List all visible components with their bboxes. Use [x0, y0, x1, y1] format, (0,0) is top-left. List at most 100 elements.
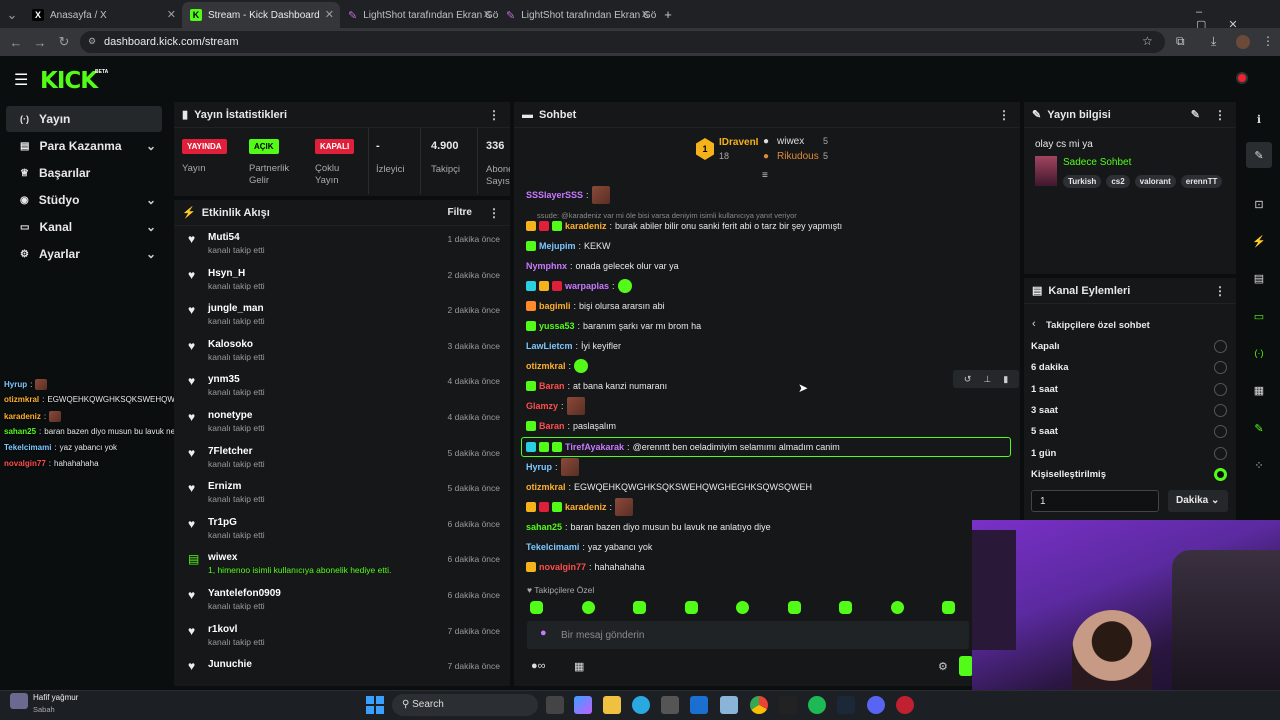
sidebar-item-ayarlar[interactable]: ⚙ Ayarlar ⌄	[6, 241, 162, 267]
event-row[interactable]: ♥ Ernizm kanalı takip etti 5 dakika önce	[174, 475, 510, 511]
collapse-icon[interactable]: ≡	[762, 170, 768, 181]
spotify-icon[interactable]	[808, 696, 826, 714]
more-options-icon[interactable]: ⋮	[488, 206, 500, 220]
chat-username[interactable]: Mejupim	[539, 241, 576, 251]
chat-username[interactable]: otizmkral	[526, 361, 566, 371]
sidebar-item-para-kazanma[interactable]: ▤ Para Kazanma ⌄	[6, 133, 162, 159]
radio-selected[interactable]	[1214, 467, 1227, 481]
document-icon[interactable]: ▤	[1246, 265, 1272, 291]
chat-username[interactable]: Nymphnx	[526, 261, 567, 271]
task-view-icon[interactable]	[546, 696, 564, 714]
chat-message[interactable]: Hyrup:	[526, 458, 579, 476]
windows-start-icon[interactable]	[366, 696, 384, 714]
event-row[interactable]: ♥ r1kovl kanalı takip etti 7 dakika önce	[174, 618, 510, 654]
chat-username[interactable]: SSSlayerSSS	[526, 190, 583, 200]
menu-icon[interactable]: ⋮	[1262, 34, 1274, 48]
bookmark-star-icon[interactable]: ☆	[1142, 34, 1153, 48]
emote-icon[interactable]	[839, 601, 852, 614]
emote-icon[interactable]	[736, 601, 749, 614]
duration-option-label[interactable]: 3 saat	[1031, 405, 1058, 416]
close-tab-icon[interactable]: ✕	[641, 8, 650, 21]
event-row[interactable]: ♥ 7Fletcher kanalı takip etti 5 dakika önce	[174, 440, 510, 476]
chat-message[interactable]: Tekelcimami: yaz yabancı yok	[526, 539, 652, 555]
kick-logo[interactable]: KICK	[40, 68, 98, 94]
event-row[interactable]: ♥ Kalosoko kanalı takip etti 3 dakika önce	[174, 333, 510, 369]
stream-tag[interactable]: erennTT	[1180, 175, 1223, 188]
chat-settings-icon[interactable]: ⚙	[938, 660, 948, 673]
back-chevron-icon[interactable]: ‹	[1032, 318, 1036, 330]
chat-message[interactable]: bagimli: bişi olursa ararsın abi	[526, 298, 665, 314]
delete-icon[interactable]: ▮	[1003, 374, 1008, 385]
event-row[interactable]: ♥ Muti54 kanalı takip etti 1 dakika önce	[174, 226, 510, 262]
chat-username[interactable]: karadeniz	[565, 502, 607, 512]
message-actions[interactable]: ↺ ⊥ ▮	[953, 370, 1019, 388]
discord-icon[interactable]	[867, 696, 885, 714]
chat-username[interactable]: LawLietcm	[526, 341, 573, 351]
edit-pencil-icon[interactable]: ✎	[1246, 142, 1272, 168]
emote-icon[interactable]	[530, 601, 543, 614]
chat-message[interactable]: Nymphnx: onada gelecek olur var ya	[526, 258, 679, 274]
more-options-icon[interactable]: ⋮	[1214, 108, 1226, 122]
forward-icon[interactable]: →	[28, 35, 52, 50]
extensions-icon[interactable]: ⧉	[1176, 34, 1185, 49]
chat-username[interactable]: Glamzy	[526, 401, 558, 411]
file-explorer-icon[interactable]	[603, 696, 621, 714]
event-row[interactable]: ♥ Yantelefon0909 kanalı takip etti 6 dakika…	[174, 582, 510, 618]
event-row[interactable]: ♥ nonetype kanalı takip etti 4 dakika önce	[174, 404, 510, 440]
new-tab-button[interactable]: +	[656, 2, 680, 28]
emote-icon[interactable]	[633, 601, 646, 614]
more-options-icon[interactable]: ⋮	[1214, 284, 1226, 298]
radio-button[interactable]	[1214, 403, 1227, 417]
edge-icon[interactable]	[632, 696, 650, 714]
event-row[interactable]: ♥ ynm35 kanalı takip etti 4 dakika önce	[174, 368, 510, 404]
tab-list-button[interactable]: ⌄	[0, 2, 24, 28]
more-options-icon[interactable]: ⋮	[998, 108, 1010, 122]
app-icon[interactable]	[720, 696, 738, 714]
app-icon[interactable]	[896, 696, 914, 714]
channel-points-icon[interactable]: ●∞	[531, 660, 546, 672]
duration-option-label[interactable]: 1 gün	[1031, 448, 1056, 459]
chat-message[interactable]: Baran: paslaşalım	[526, 418, 616, 434]
info-icon[interactable]: ℹ	[1246, 106, 1272, 132]
download-icon[interactable]: ⤓	[1211, 34, 1216, 49]
store-app-icon[interactable]	[661, 696, 679, 714]
apps-icon[interactable]: ⁘	[1246, 452, 1272, 478]
event-row[interactable]: ♥ Junuchie 7 dakika önce	[174, 653, 510, 686]
stream-tag[interactable]: cs2	[1106, 175, 1130, 188]
sidebar-item-yayin[interactable]: (·) Yayın	[6, 106, 162, 132]
tab-x[interactable]: X Anasayfa / X ✕	[24, 2, 182, 28]
radio-button[interactable]	[1214, 446, 1227, 460]
send-button[interactable]	[959, 656, 973, 676]
target-icon[interactable]: ⊡	[1246, 191, 1272, 217]
site-info-icon[interactable]: ⚙	[88, 36, 96, 47]
close-tab-icon[interactable]: ✕	[483, 8, 492, 21]
tab-lightshot-1[interactable]: ✎ LightShot tarafından Ekran Görü ✕	[340, 2, 498, 28]
duration-option-label[interactable]: 5 saat	[1031, 426, 1058, 437]
chat-username[interactable]: otizmkral	[526, 482, 566, 492]
chat-username[interactable]: bagimli	[539, 301, 571, 311]
emote-icon[interactable]	[890, 601, 904, 614]
chat-username[interactable]: yussa53	[539, 321, 575, 331]
chrome-icon[interactable]	[750, 696, 768, 714]
emote-icon[interactable]	[942, 601, 955, 614]
chat-bubble-icon[interactable]: ▭	[1246, 303, 1272, 329]
weather-text[interactable]: Hafif yağmur	[33, 693, 78, 702]
user-avatar[interactable]	[1236, 72, 1248, 84]
back-icon[interactable]: ←	[4, 35, 28, 50]
chat-message[interactable]: sahan25: baran bazen diyo musun bu lavuk …	[526, 519, 771, 535]
steam-icon[interactable]	[837, 696, 855, 714]
stream-tag[interactable]: Turkish	[1063, 175, 1102, 188]
emote-icon[interactable]	[684, 601, 698, 614]
event-row[interactable]: ♥ Tr1pG kanalı takip etti 6 dakika önce	[174, 511, 510, 547]
chat-message[interactable]: otizmkral:	[526, 358, 589, 374]
url-field[interactable]: dashboard.kick.com/stream	[80, 31, 1165, 53]
radio-button[interactable]	[1214, 340, 1227, 353]
tools-icon[interactable]: ✎	[1246, 415, 1272, 441]
outlook-icon[interactable]	[690, 696, 708, 714]
chat-message[interactable]: karadeniz: burak abiler bilir onu sanki f…	[526, 218, 842, 234]
top-gifter-2[interactable]: wiwex	[777, 136, 804, 147]
taskbar-search[interactable]: ⚲ Search	[392, 694, 538, 716]
event-row[interactable]: ♥ Hsyn_H kanalı takip etti 2 dakika önce	[174, 262, 510, 298]
edit-icon[interactable]: ✎	[1191, 108, 1200, 121]
chat-message[interactable]: Mejupim: KEKW	[526, 238, 611, 254]
